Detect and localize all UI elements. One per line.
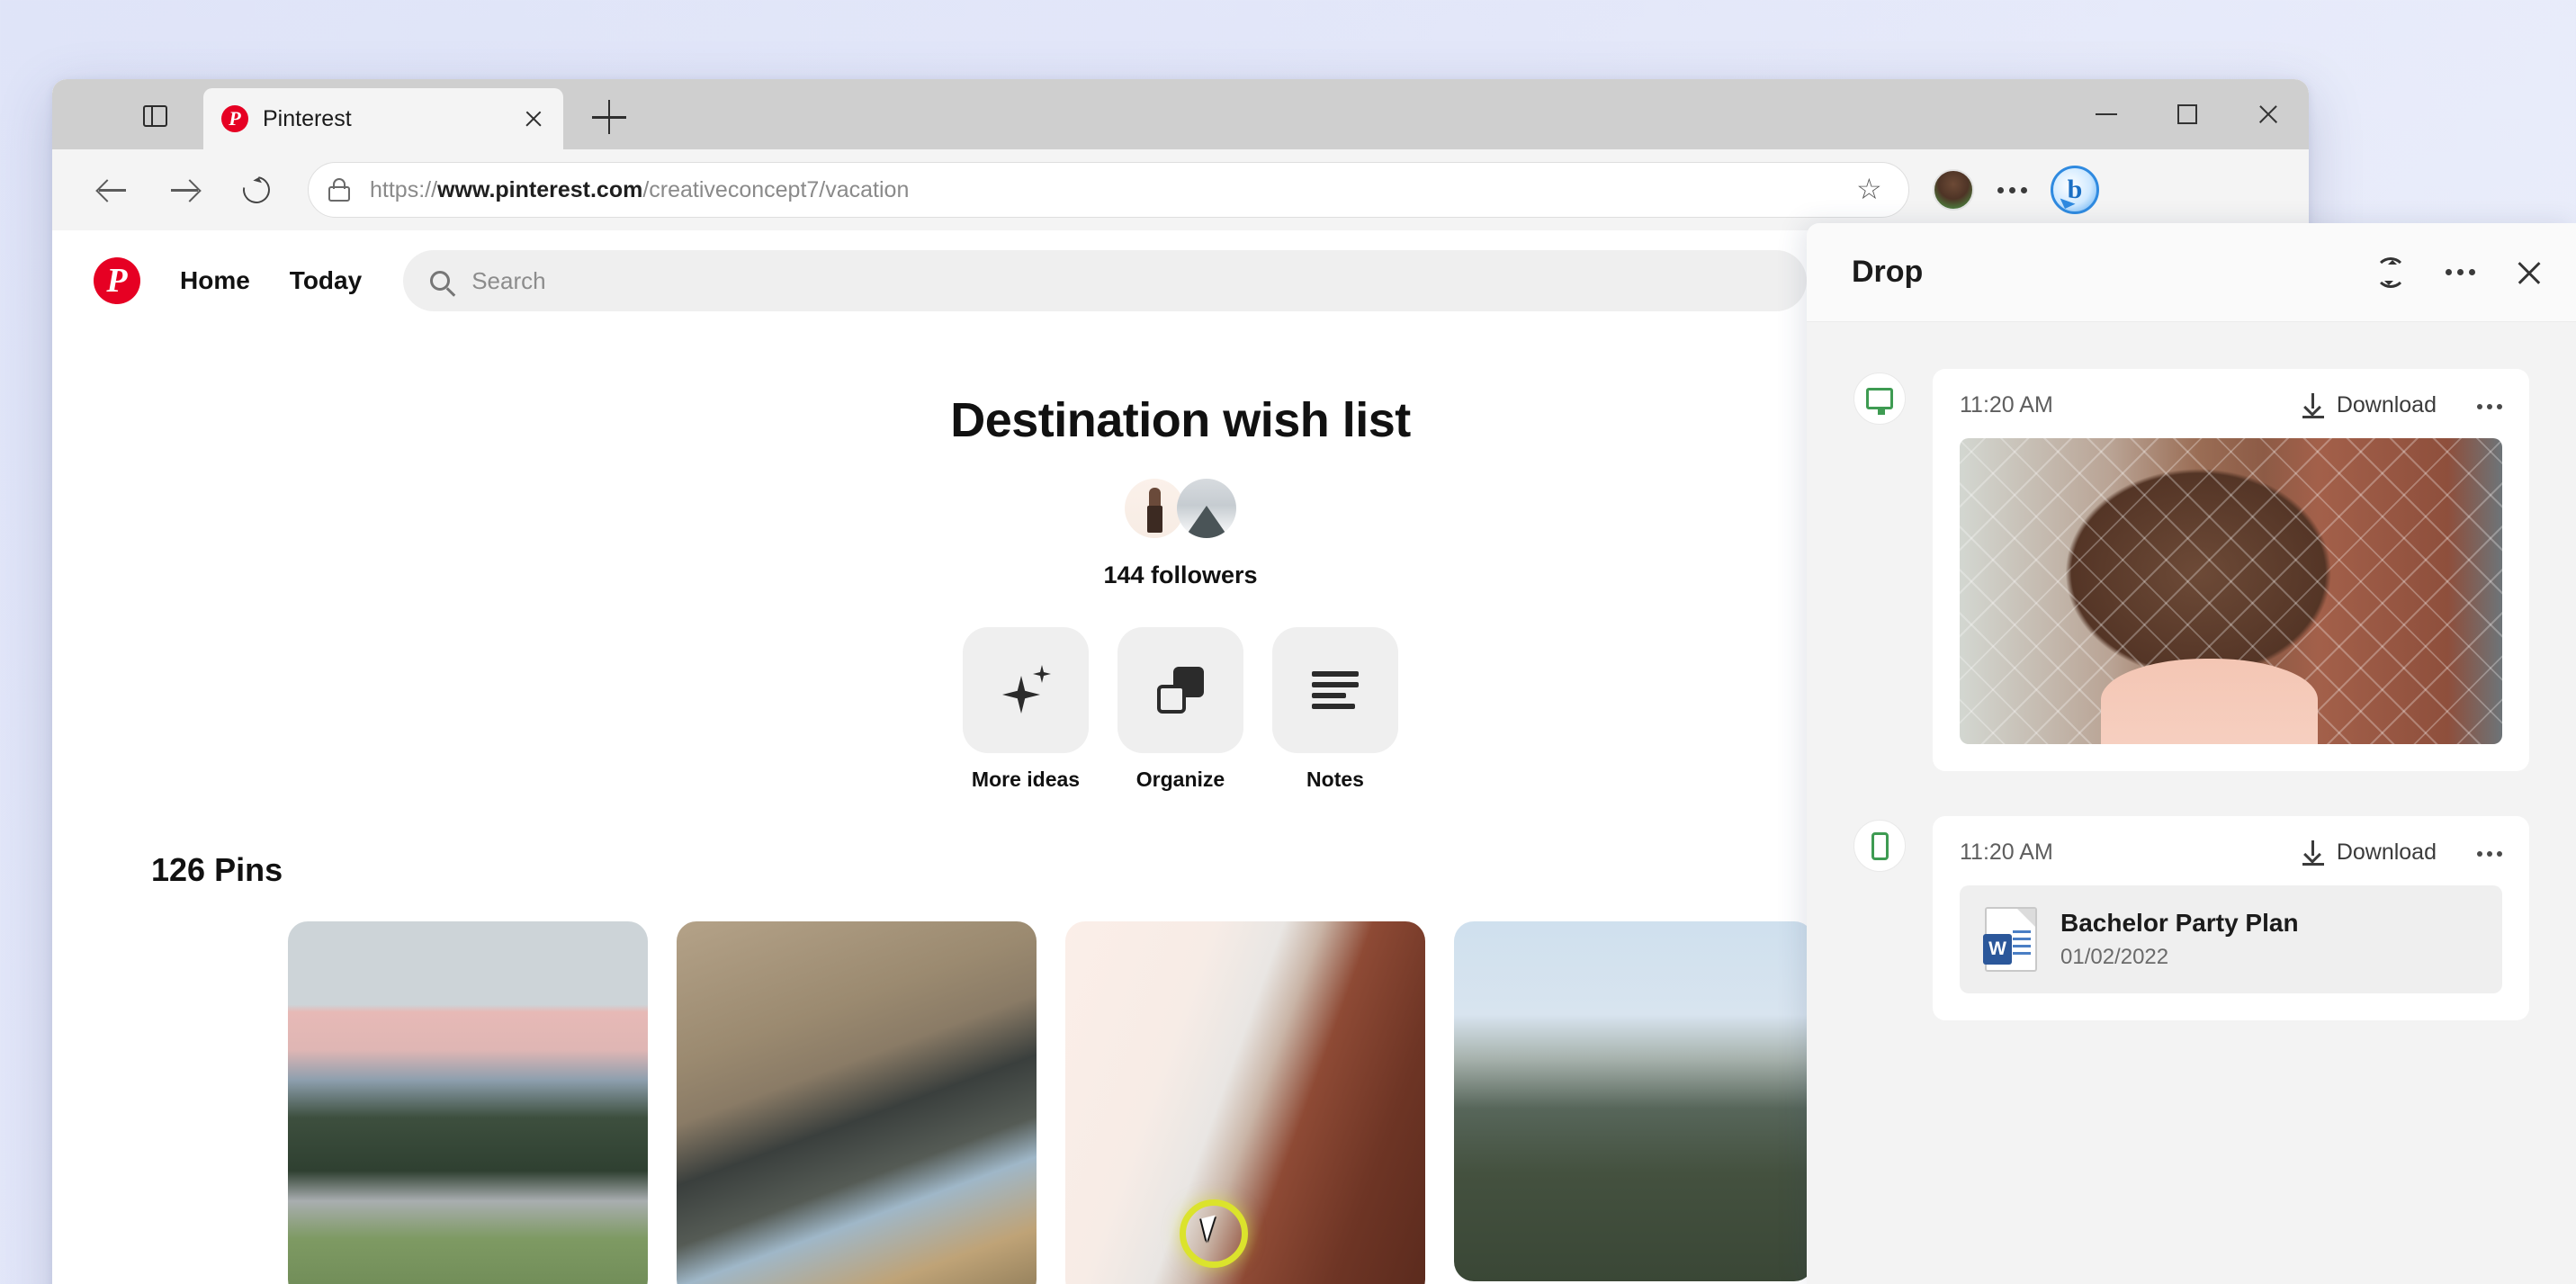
sync-icon[interactable] [2375, 257, 2406, 288]
message-file-attachment[interactable]: W Bachelor Party Plan 01/02/2022 [1960, 885, 2502, 993]
notes-button[interactable]: Notes [1272, 627, 1398, 792]
url-domain: www.pinterest.com [437, 177, 642, 202]
lock-icon [328, 178, 350, 202]
sparkle-icon [1001, 665, 1051, 715]
download-button[interactable]: Download [2302, 392, 2437, 418]
url-path: /creativeconcept7/vacation [642, 177, 909, 202]
drop-more-options-button[interactable] [2446, 269, 2475, 275]
download-button[interactable]: Download [2302, 840, 2437, 866]
minimize-icon [2096, 113, 2117, 115]
desktop-device-icon [1853, 373, 1906, 425]
profile-avatar[interactable] [1933, 169, 1974, 211]
browser-tabstrip: P Pinterest [52, 79, 2309, 149]
drop-message: 11:20 AM Download [1853, 369, 2529, 771]
nav-home[interactable]: Home [180, 266, 250, 295]
download-label: Download [2337, 840, 2437, 866]
pin-item[interactable] [288, 921, 648, 1284]
download-label: Download [2337, 392, 2437, 418]
search-icon [430, 271, 450, 291]
bing-letter: b [2068, 175, 2083, 205]
window-maximize-button[interactable] [2147, 79, 2228, 149]
more-ideas-button[interactable]: More ideas [963, 627, 1089, 792]
reload-icon [238, 171, 275, 209]
browser-toolbar: https://www.pinterest.com/creativeconcep… [52, 149, 2309, 230]
browser-tab-pinterest[interactable]: P Pinterest [203, 88, 563, 149]
toolbar-right-actions: b [1933, 166, 2108, 214]
avatar-collaborator-1[interactable] [1125, 479, 1184, 538]
panel-icon [143, 105, 167, 127]
maximize-icon [2177, 104, 2197, 124]
browser-settings-button[interactable] [1997, 187, 2027, 193]
file-name: Bachelor Party Plan [2060, 909, 2299, 937]
url-prefix: https:// [370, 177, 437, 202]
address-bar[interactable]: https://www.pinterest.com/creativeconcep… [308, 162, 1909, 218]
organize-label: Organize [1117, 768, 1243, 792]
message-more-options-button[interactable] [2473, 845, 2502, 861]
message-photo[interactable] [1960, 438, 2502, 744]
bing-copilot-icon[interactable]: b [2051, 166, 2099, 214]
nav-today[interactable]: Today [290, 266, 362, 295]
drop-message-card[interactable]: 11:20 AM Download W [1933, 816, 2529, 1020]
lines-icon [1312, 671, 1359, 709]
more-ideas-label: More ideas [963, 768, 1089, 792]
back-button[interactable] [83, 160, 142, 220]
phone-device-icon [1853, 820, 1906, 872]
url-text: https://www.pinterest.com/creativeconcep… [370, 177, 909, 203]
drop-sidebar-panel: Drop 11:20 AM Download [1807, 223, 2576, 1284]
search-input[interactable]: Search [403, 250, 1807, 311]
notes-label: Notes [1272, 768, 1398, 792]
drop-panel-title: Drop [1852, 255, 1923, 290]
drop-message-card[interactable]: 11:20 AM Download [1933, 369, 2529, 771]
favorites-star-icon[interactable]: ☆ [1856, 174, 1889, 206]
word-icon-letter: W [1983, 934, 2012, 965]
pin-item[interactable] [1454, 921, 1814, 1281]
avatar-collaborator-2[interactable] [1177, 479, 1236, 538]
star-glyph: ☆ [1856, 173, 1882, 205]
tab-title: Pinterest [263, 106, 518, 132]
forward-arrow-icon [171, 176, 198, 203]
download-icon [2302, 840, 2324, 866]
drop-close-icon[interactable] [2515, 258, 2544, 287]
tab-close-icon[interactable] [518, 103, 549, 134]
close-icon [2257, 103, 2280, 126]
message-timestamp: 11:20 AM [1960, 392, 2053, 418]
word-document-icon: W [1985, 907, 2037, 972]
copy-icon [1155, 665, 1206, 715]
message-timestamp: 11:20 AM [1960, 840, 2053, 866]
drop-message-list: 11:20 AM Download [1807, 322, 2576, 1020]
drop-message: 11:20 AM Download W [1853, 816, 2529, 1020]
reload-button[interactable] [227, 160, 286, 220]
cursor-icon [1201, 1215, 1221, 1241]
search-placeholder: Search [471, 267, 545, 295]
mouse-cursor-highlight [1180, 1199, 1248, 1268]
window-close-button[interactable] [2228, 79, 2309, 149]
pinterest-favicon-icon: P [221, 105, 248, 132]
file-date: 01/02/2022 [2060, 945, 2299, 970]
organize-button[interactable]: Organize [1117, 627, 1243, 792]
drop-panel-header: Drop [1807, 223, 2576, 322]
window-minimize-button[interactable] [2066, 79, 2147, 149]
tab-search-button[interactable] [130, 95, 180, 137]
pin-item[interactable] [677, 921, 1037, 1284]
forward-button[interactable] [155, 160, 214, 220]
message-more-options-button[interactable] [2473, 398, 2502, 414]
back-arrow-icon [99, 176, 126, 203]
pinterest-logo-icon[interactable]: P [94, 257, 140, 304]
new-tab-button[interactable] [592, 99, 632, 135]
download-icon [2302, 393, 2324, 418]
